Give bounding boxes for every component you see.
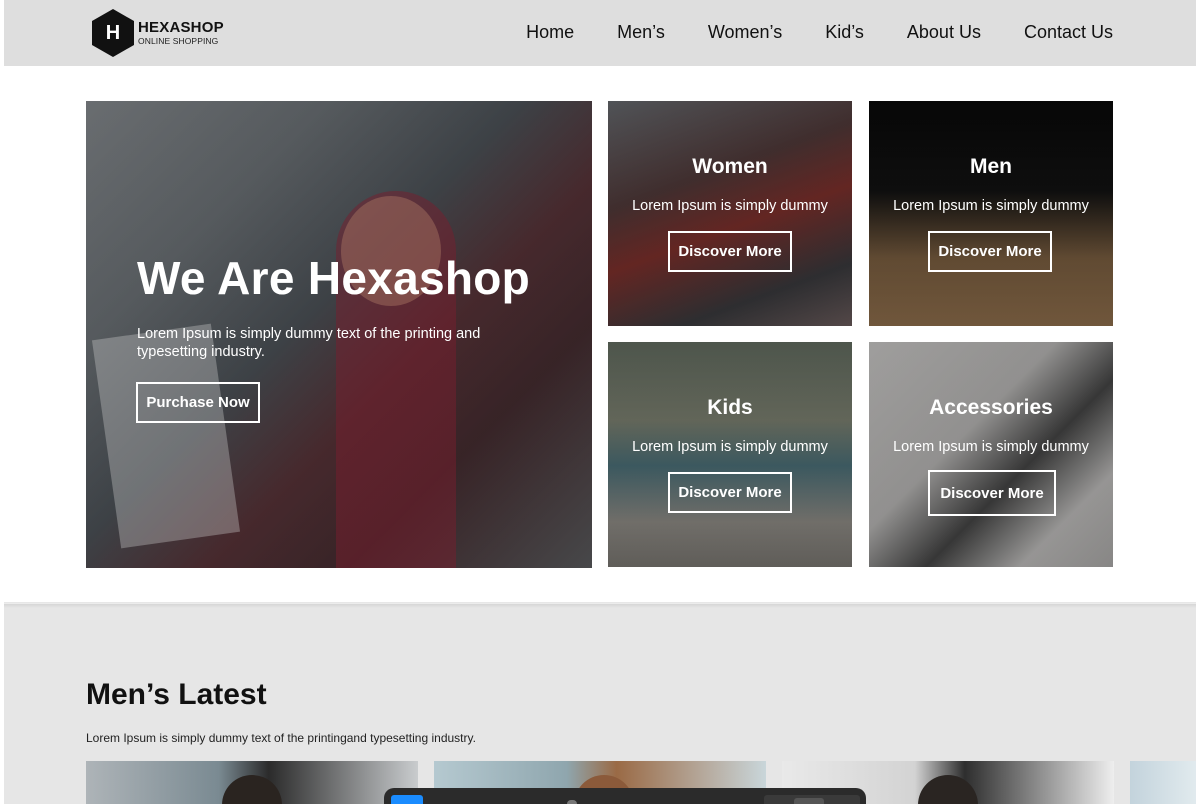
model-head-image: [918, 775, 978, 804]
discover-more-women-button[interactable]: Discover More: [668, 231, 792, 272]
nav-home[interactable]: Home: [526, 22, 574, 43]
category-title: Men: [970, 155, 1012, 178]
category-kids: Kids Lorem Ipsum is simply dummy Discove…: [608, 342, 852, 567]
nav-kids[interactable]: Kid’s: [825, 22, 864, 43]
logo-letter: H: [105, 21, 121, 44]
hero-title: We Are Hexashop: [137, 252, 531, 304]
category-title: Kids: [707, 396, 753, 419]
category-description: Lorem Ipsum is simply dummy: [893, 439, 1089, 455]
discover-more-men-button[interactable]: Discover More: [928, 231, 1052, 272]
category-accessories: Accessories Lorem Ipsum is simply dummy …: [869, 342, 1113, 567]
toolbar-right-group[interactable]: [764, 795, 860, 804]
section-title: Men’s Latest: [86, 678, 267, 711]
category-description: Lorem Ipsum is simply dummy: [632, 439, 828, 455]
hexagon-logo-icon: H: [90, 8, 136, 58]
logo-text: HEXASHOP ONLINE SHOPPING: [138, 20, 224, 46]
nav-contact-us[interactable]: Contact Us: [1024, 22, 1113, 43]
section-description: Lorem Ipsum is simply dummy text of the …: [86, 731, 476, 745]
logo[interactable]: H HEXASHOP ONLINE SHOPPING: [90, 8, 224, 58]
floating-toolbar: [384, 788, 866, 804]
toolbar-active-icon[interactable]: [391, 795, 423, 804]
category-title: Women: [692, 155, 768, 178]
category-men: Men Lorem Ipsum is simply dummy Discover…: [869, 101, 1113, 326]
category-women: Women Lorem Ipsum is simply dummy Discov…: [608, 101, 852, 326]
section-divider-shadow: [4, 602, 1196, 608]
nav-mens[interactable]: Men’s: [617, 22, 665, 43]
purchase-now-button[interactable]: Purchase Now: [136, 382, 260, 423]
category-description: Lorem Ipsum is simply dummy: [893, 198, 1089, 214]
logo-name: HEXASHOP: [138, 19, 224, 37]
toolbar-button-icon[interactable]: [794, 798, 824, 804]
main-nav: Home Men’s Women’s Kid’s About Us Contac…: [526, 22, 1113, 43]
discover-more-accessories-button[interactable]: Discover More: [928, 470, 1056, 516]
category-description: Lorem Ipsum is simply dummy: [632, 198, 828, 214]
category-title: Accessories: [929, 396, 1053, 419]
nav-about-us[interactable]: About Us: [907, 22, 981, 43]
product-image[interactable]: [1130, 761, 1196, 804]
logo-tagline: ONLINE SHOPPING: [138, 36, 219, 47]
site-header: H HEXASHOP ONLINE SHOPPING Home Men’s Wo…: [4, 0, 1196, 66]
nav-womens[interactable]: Women’s: [708, 22, 782, 43]
toolbar-handle-icon[interactable]: [567, 800, 577, 804]
model-head-image: [222, 775, 282, 804]
mens-latest-section: Men’s Latest Lorem Ipsum is simply dummy…: [4, 604, 1196, 804]
product-image[interactable]: [86, 761, 418, 804]
discover-more-kids-button[interactable]: Discover More: [668, 472, 792, 513]
hero-description: Lorem Ipsum is simply dummy text of the …: [137, 326, 481, 360]
hero-banner: We Are Hexashop Lorem Ipsum is simply du…: [86, 101, 592, 568]
